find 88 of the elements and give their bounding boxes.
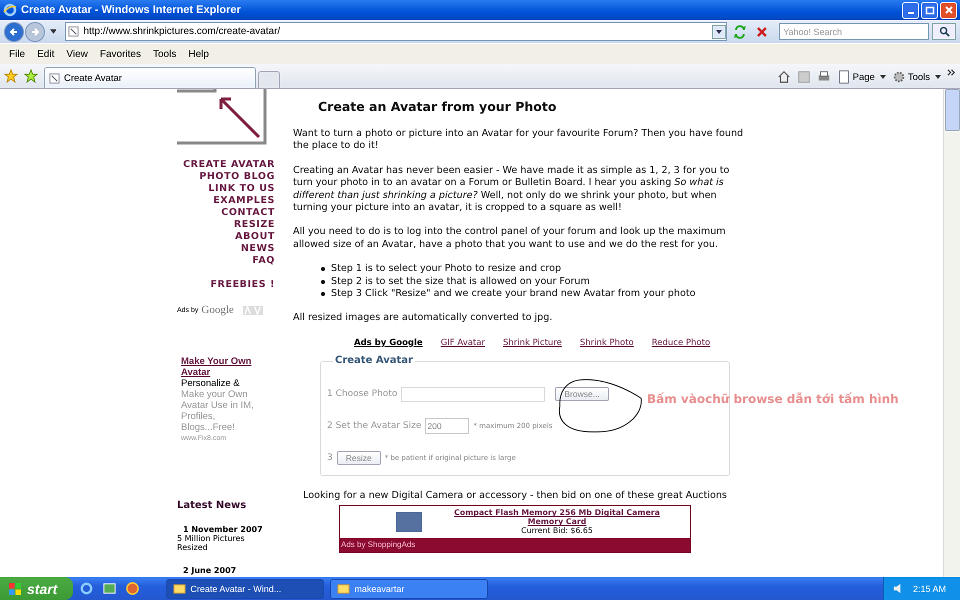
page-icon [68, 26, 80, 37]
page-heading: Create an Avatar from your Photo [318, 99, 558, 114]
nav-link[interactable]: PHOTO BLOG [199, 171, 275, 183]
windows-logo-icon [8, 582, 22, 596]
ad-link[interactable]: GIF Avatar [440, 336, 485, 350]
window-title: Create Avatar - Windows Internet Explorer [21, 4, 242, 16]
refresh-icon[interactable] [732, 24, 748, 40]
paragraph: Want to turn a photo or picture into an Avatar for your favourite Forum? Then you have found the place to do it! [293, 128, 744, 153]
browser-icon[interactable] [79, 581, 94, 596]
nav-link[interactable]: CONTACT [221, 207, 275, 219]
paragraph: All resized images are automatically converted to jpg. [293, 312, 554, 325]
paragraph: Creating an Avatar has never been easier - We have made it as simple as 1, 2, 3 for you to turn your photo in to an avatar on a Forum or Bulletin Board. I hear you asking So what is different than just shrinking a picture? Well, not only do we shrink your photo, but when turning your picture into an avatar, it is cropped to a square as well! [293, 164, 730, 214]
nav-link[interactable]: CREATE AVATAR [183, 159, 275, 171]
ad-text: Personalize & [181, 378, 241, 389]
add-star-icon[interactable] [24, 69, 38, 83]
command-button[interactable]: Tools [892, 70, 941, 84]
browser-tab[interactable]: Create Avatar [44, 67, 256, 88]
ad-link[interactable]: Shrink Picture [502, 336, 562, 350]
form-label: 2 Set the Avatar Size [327, 420, 422, 432]
caret-icon[interactable] [50, 29, 56, 34]
menu-item[interactable]: File [3, 48, 32, 60]
nav-link[interactable]: EXAMPLES [213, 195, 275, 207]
form-legend: Create Avatar [333, 355, 415, 366]
maximize-button[interactable] [921, 2, 938, 18]
file-field[interactable] [401, 386, 546, 402]
search-icon [938, 26, 950, 37]
menu-item[interactable]: View [60, 48, 94, 60]
back-arrow-icon [8, 26, 20, 38]
nav-link[interactable]: ABOUT [235, 231, 275, 243]
step-item: Step 1 is to select your Photo to resize and crop [321, 263, 749, 276]
page-icon [49, 72, 60, 84]
ad-link[interactable]: Reduce Photo [652, 336, 710, 350]
ad-link[interactable]: Shrink Photo [580, 336, 634, 350]
folder-icon [337, 582, 350, 595]
search-button[interactable] [932, 23, 956, 40]
command-button[interactable]: Page [836, 70, 886, 84]
globe-icon[interactable] [125, 581, 140, 596]
menu-item[interactable]: Edit [31, 48, 60, 60]
menu-item[interactable]: Help [182, 48, 215, 60]
back-button[interactable] [4, 22, 24, 42]
step-item: Step 2 is to set the size that is allowed on your Forum [321, 276, 749, 288]
news-text: 5 Million Pictures Resized [177, 534, 246, 552]
folder-icon [173, 582, 186, 595]
page-icon [836, 70, 851, 84]
minimize-button[interactable] [902, 2, 919, 18]
form-label: 3 [327, 452, 333, 464]
clock: 2:15 AM [912, 584, 946, 594]
nav-link[interactable]: NEWS [240, 243, 275, 255]
dropdown-icon[interactable] [712, 24, 726, 38]
news-heading: Latest News [177, 500, 248, 511]
ad-title-link[interactable]: Make Your Own Avatar [181, 356, 267, 378]
home-icon[interactable] [776, 70, 791, 84]
menu-item[interactable]: Tools [146, 48, 182, 60]
taskbar-button[interactable]: makeavartar [330, 578, 488, 598]
nav-link[interactable]: RESIZE [234, 219, 275, 231]
address-field[interactable]: http://www.shrinkpictures.com/create-avatar/ [65, 22, 727, 41]
caret-icon [935, 75, 941, 79]
minimize-icon [908, 12, 914, 14]
step-item: Step 3 Click "Resize" and we create your brand new Avatar from your photo [321, 288, 749, 300]
scrollbar[interactable] [943, 89, 960, 577]
size-field[interactable]: 200 [425, 418, 470, 434]
auction-intro: Looking for a new Digital Camera or accessory - then bid on one of these great Auctions [303, 490, 727, 503]
ad-text: Make your Own Avatar Use in IM, Profiles, Blogs...Free! [181, 389, 255, 433]
close-icon [944, 5, 954, 15]
nav-link[interactable]: FREEBIES ! [210, 279, 275, 291]
taskbar-button[interactable]: Create Avatar - Wind... [166, 578, 324, 598]
nav-link[interactable]: FAQ [252, 255, 275, 267]
nav-link[interactable]: LINK TO US [208, 183, 275, 195]
news-date: 1 November 2007 [182, 525, 264, 534]
gear-icon [892, 70, 906, 84]
desktop-icon[interactable] [102, 581, 118, 596]
ads-footer: Ads by ShoppingAds [340, 538, 690, 552]
form-label: 1 Choose Photo [327, 388, 398, 400]
caret-icon [880, 75, 886, 79]
star-icon[interactable] [4, 69, 18, 83]
chevron-icon[interactable] [947, 68, 956, 76]
maximize-icon [924, 5, 934, 15]
close-button[interactable] [940, 2, 957, 18]
ads-label[interactable]: Ads by Google [354, 336, 423, 350]
annotation-text: Bấm vàochữ browse dẫn tới tấm hình [647, 392, 899, 406]
ads-brand: Google [201, 304, 234, 316]
search-field[interactable]: Yahoo! Search [779, 23, 930, 40]
news-date: 2 June 2007 [182, 566, 238, 575]
menu-item[interactable]: Favorites [94, 48, 147, 60]
product-photo-placeholder [396, 512, 422, 532]
browser-logo-icon [3, 3, 17, 17]
paragraph: All you need to do is to log into the control panel of your forum and look up the maximum allowed size of an Avatar, have a photo that you want to use and we do the rest for you. [293, 226, 727, 252]
forward-button[interactable] [24, 22, 45, 42]
